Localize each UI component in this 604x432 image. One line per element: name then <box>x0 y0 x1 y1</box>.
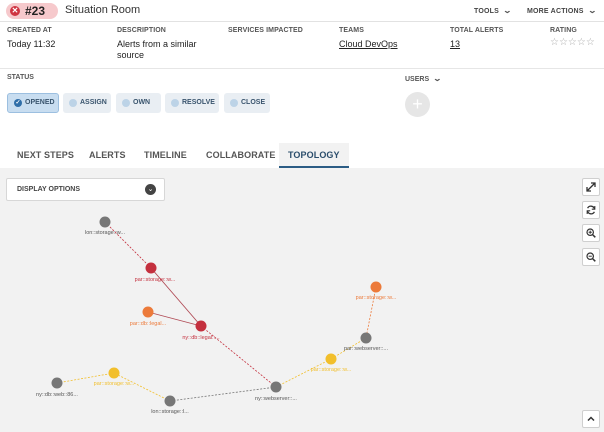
services-impacted-label: SERVICES IMPACTED <box>228 27 303 34</box>
topology-node-label: ny::webserver::... <box>255 396 297 402</box>
topology-node-label: par::storage::w... <box>135 277 176 283</box>
teams-label: TEAMS <box>339 27 364 34</box>
description-line: Alerts from a similar <box>117 39 197 49</box>
tab-topology[interactable]: TOPOLOGY <box>279 143 349 168</box>
chevron-down-icon: ⌄ <box>432 74 443 83</box>
topology-node[interactable] <box>164 395 176 407</box>
description-value: Alerts from a similar source <box>117 39 197 61</box>
topology-node[interactable] <box>270 381 282 393</box>
topology-node[interactable] <box>325 353 337 365</box>
topology-node[interactable] <box>145 262 157 274</box>
chevron-down-icon: ⌄ <box>502 6 513 15</box>
users-dropdown[interactable]: USERS ⌄ <box>405 74 443 83</box>
topology-edge <box>104 221 152 269</box>
status-assign-button[interactable]: ASSIGN <box>63 93 111 113</box>
check-icon: ✓ <box>14 99 22 107</box>
incident-title: Situation Room <box>65 4 141 16</box>
topology-node-label: par::storage::w... <box>356 295 397 301</box>
status-opened-label: OPENED <box>25 99 55 106</box>
topology-node[interactable] <box>142 306 154 318</box>
topology-node-label: par::storage::w... <box>311 367 352 373</box>
topology-canvas[interactable]: DISPLAY OPTIONS ⌄ lon::storage::w... par:… <box>0 168 604 432</box>
rating-label: RATING <box>550 27 577 34</box>
more-actions-menu[interactable]: MORE ACTIONS ⌄ <box>527 6 597 15</box>
teams-link[interactable]: Cloud DevOps <box>339 39 398 50</box>
topology-node-label: lon::storage::w... <box>85 230 126 236</box>
status-close-button[interactable]: CLOSE <box>224 93 270 113</box>
topology-node-label: lon::storage::l... <box>151 409 189 415</box>
tab-next-steps[interactable]: NEXT STEPS <box>17 150 74 160</box>
users-label: USERS <box>405 76 430 83</box>
topology-node-label: par::db::legal... <box>130 321 167 327</box>
tab-collaborate[interactable]: COLLABORATE <box>206 150 275 160</box>
status-assign-label: ASSIGN <box>80 99 107 106</box>
created-at-value: Today 11:32 <box>7 39 56 49</box>
divider <box>0 68 604 69</box>
status-own-button[interactable]: OWN <box>116 93 161 113</box>
incident-id: #23 <box>25 4 46 18</box>
topology-node[interactable] <box>360 332 372 344</box>
total-alerts-label: TOTAL ALERTS <box>450 27 504 34</box>
topology-node-label: ny::db::legal::... <box>182 335 220 341</box>
topology-edge <box>275 358 332 388</box>
topology-node-label: par::webserver::... <box>344 346 388 352</box>
critical-x-icon: ✕ <box>10 6 20 16</box>
add-user-button[interactable]: + <box>405 92 430 117</box>
status-label: STATUS <box>7 74 34 81</box>
topology-edge <box>113 372 171 402</box>
rating-stars[interactable]: ☆☆☆☆☆ <box>550 37 595 48</box>
topology-node[interactable] <box>51 377 63 389</box>
incident-header: ✕ #23 Situation Room TOOLS ⌄ MORE ACTIONS… <box>0 0 604 22</box>
status-resolve-label: RESOLVE <box>182 99 215 106</box>
status-own-label: OWN <box>133 99 151 106</box>
topology-graph: lon::storage::w...par::storage::w...par:… <box>36 216 397 415</box>
topology-node[interactable] <box>99 216 111 228</box>
plus-icon: + <box>412 94 423 114</box>
status-resolve-button[interactable]: RESOLVE <box>165 93 219 113</box>
total-alerts-link[interactable]: 13 <box>450 39 460 50</box>
status-close-label: CLOSE <box>241 99 266 106</box>
radio-icon <box>171 99 179 107</box>
description-line: source <box>117 50 145 60</box>
tab-alerts[interactable]: ALERTS <box>89 150 126 160</box>
description-label: DESCRIPTION <box>117 27 166 34</box>
radio-icon <box>230 99 238 107</box>
topology-node[interactable] <box>370 281 382 293</box>
tools-label: TOOLS <box>474 8 499 15</box>
topology-node-label: ny::db::web::86... <box>36 392 78 398</box>
topology-node[interactable] <box>108 367 120 379</box>
topology-node[interactable] <box>195 320 207 332</box>
status-opened-button[interactable]: ✓ OPENED <box>7 93 59 113</box>
radio-icon <box>69 99 77 107</box>
incident-id-badge: ✕ #23 <box>6 3 58 19</box>
more-actions-label: MORE ACTIONS <box>527 8 584 15</box>
topology-node-label: par::storage::w... <box>94 381 135 387</box>
tools-menu[interactable]: TOOLS ⌄ <box>474 6 513 15</box>
radio-icon <box>122 99 130 107</box>
chevron-down-icon: ⌄ <box>587 6 597 15</box>
created-at-label: CREATED AT <box>7 27 52 34</box>
tab-timeline[interactable]: TIMELINE <box>144 150 187 160</box>
